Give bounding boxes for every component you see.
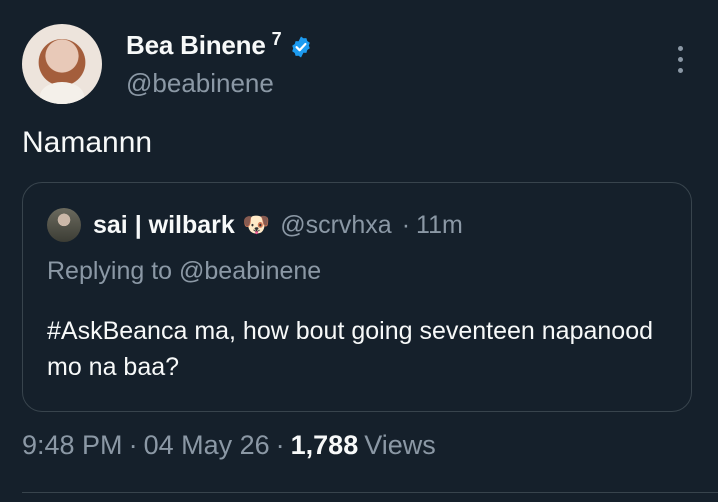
dog-face-icon: 🐶 [242, 212, 271, 237]
author-display-name[interactable]: Bea Binene 7 [126, 29, 313, 61]
replying-to-text: Replying to @beabinene [47, 257, 322, 285]
avatar[interactable] [22, 24, 102, 104]
meta-separator-2: · [275, 430, 285, 460]
author-name-text: Bea Binene [126, 30, 266, 60]
tweet-text: Namannn [22, 126, 153, 159]
quoted-handle: @scrvhxa [280, 210, 392, 239]
quoted-tweet-header: sai | wilbark 🐶 @scrvhxa · 11m [47, 208, 463, 242]
more-options-icon[interactable] [678, 46, 684, 76]
tweet-time[interactable]: 9:48 PM [22, 430, 123, 461]
quoted-display-name: sai | wilbark [93, 210, 235, 239]
tweet-author-row: Bea Binene 7 @beabinene [22, 24, 696, 108]
tweet-date[interactable]: 04 May 26 [144, 430, 270, 461]
meta-separator-1: · [128, 430, 138, 460]
author-handle[interactable]: @beabinene [126, 68, 274, 99]
views-count[interactable]: 1,788 [291, 430, 359, 461]
quoted-time: 11m [416, 210, 463, 239]
verified-badge-icon [292, 36, 311, 57]
author-superscript: 7 [271, 29, 282, 49]
views-label: Views [364, 430, 436, 460]
quoted-separator: · [401, 210, 411, 239]
quoted-tweet-card[interactable]: sai | wilbark 🐶 @scrvhxa · 11m Replying … [22, 182, 692, 412]
divider [22, 492, 718, 493]
quoted-tweet-text: #AskBeanca ma, how bout going seventeen … [47, 317, 654, 381]
tweet-meta-row: 9:48 PM · 04 May 26 · 1,788 Views [22, 430, 436, 461]
quoted-avatar [47, 208, 81, 242]
